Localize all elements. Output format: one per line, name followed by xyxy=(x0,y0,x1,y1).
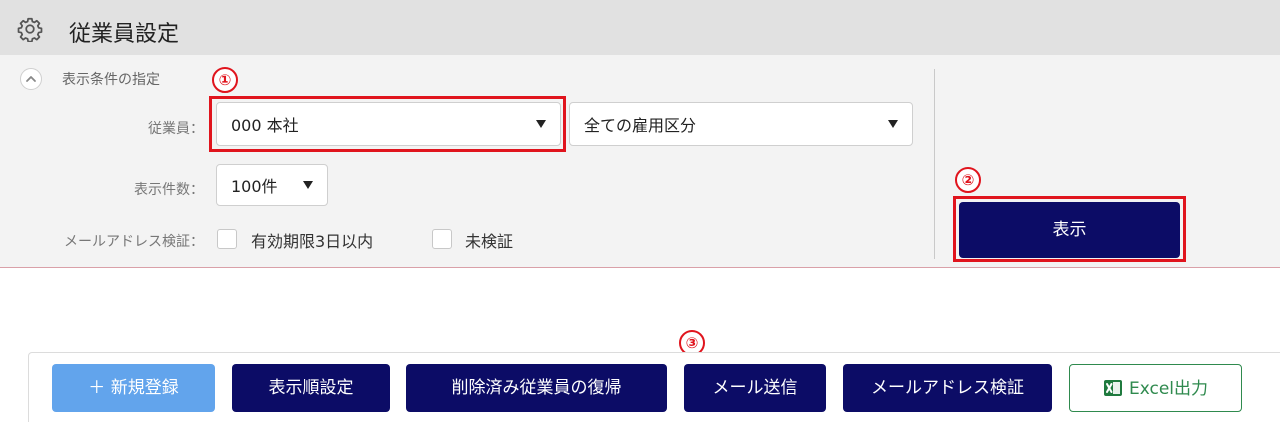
gear-icon xyxy=(17,17,43,42)
unverified-checkbox-label: 未検証 xyxy=(465,232,514,251)
annotation-badge-1: ① xyxy=(212,67,238,93)
highlight-box-2 xyxy=(953,196,1186,262)
restore-deleted-button[interactable]: 削除済み従業員の復帰 xyxy=(406,364,667,412)
send-mail-button[interactable]: メール送信 xyxy=(684,364,826,412)
excel-button-label: Excel出力 xyxy=(1128,379,1209,399)
email-verify-label: メールアドレス検証： xyxy=(64,234,204,250)
caret-down-icon xyxy=(888,120,898,128)
employment-type-value: 全ての雇用区分 xyxy=(584,116,697,135)
employment-type-select[interactable]: 全ての雇用区分 xyxy=(569,102,913,146)
expiry-checkbox[interactable] xyxy=(217,229,237,249)
verify-email-button[interactable]: メールアドレス検証 xyxy=(843,364,1052,412)
page-header: 従業員設定 xyxy=(0,0,1280,55)
new-register-button[interactable]: ＋ 新規登録 xyxy=(52,364,215,412)
count-select-value: 100件 xyxy=(231,177,278,196)
expiry-checkbox-label: 有効期限3日以内 xyxy=(251,232,374,251)
page-title: 従業員設定 xyxy=(69,22,180,47)
collapse-toggle[interactable] xyxy=(20,68,42,90)
section-label: 表示条件の指定 xyxy=(62,72,160,88)
panel-divider xyxy=(934,69,935,259)
annotation-badge-2: ② xyxy=(955,167,981,193)
highlight-box-1 xyxy=(209,96,566,152)
employee-label: 従業員： xyxy=(148,121,204,137)
chevron-up-icon xyxy=(26,76,36,82)
count-select[interactable]: 100件 xyxy=(216,164,328,206)
excel-export-button[interactable]: Excel出力 xyxy=(1069,364,1242,412)
caret-down-icon xyxy=(303,181,313,189)
count-label: 表示件数： xyxy=(134,182,204,198)
unverified-checkbox[interactable] xyxy=(432,229,452,249)
excel-icon xyxy=(1103,380,1122,396)
display-order-button[interactable]: 表示順設定 xyxy=(232,364,390,412)
